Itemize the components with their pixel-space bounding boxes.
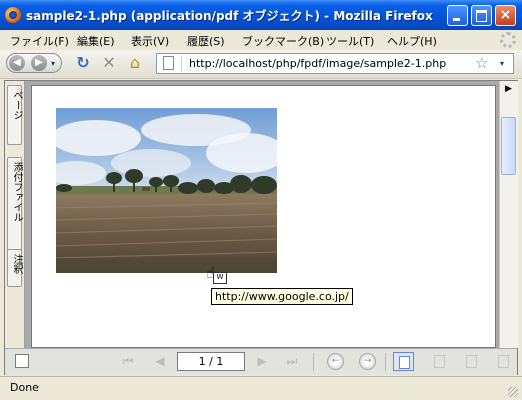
menu-history[interactable]: 履歴(S) [187, 33, 225, 49]
toolbar-separator [313, 353, 314, 371]
reload-icon[interactable]: ↻ [74, 54, 92, 72]
history-dropdown-icon[interactable]: ▾ [51, 59, 55, 68]
menu-view[interactable]: 表示(V) [131, 33, 169, 49]
facing-view-icon[interactable] [461, 352, 482, 371]
vertical-scrollbar[interactable]: ▶ [499, 81, 518, 348]
status-bar: Done [0, 376, 522, 400]
navigation-toolbar: ◀ ▶ ▾ ↻ ✕ ⌂ http://localhost/php/fpdf/im… [0, 50, 522, 79]
menu-tools[interactable]: ツール(T) [326, 33, 374, 49]
browser-window: sample2-1.php (application/pdf オブジェクト) -… [0, 0, 522, 400]
tab-attachments-label: 添付ファイル [11, 162, 22, 222]
menu-file[interactable]: ファイル(F) [10, 33, 69, 49]
continuous-view-icon[interactable] [429, 352, 450, 371]
stop-icon[interactable]: ✕ [100, 54, 118, 72]
menu-edit[interactable]: 編集(E) [77, 33, 115, 49]
scroll-thumb[interactable] [501, 117, 516, 175]
forward-button[interactable]: ▶ [31, 55, 47, 71]
panel-toggle-button[interactable] [15, 354, 29, 368]
tab-comments[interactable]: 注釈 [7, 249, 22, 287]
first-page-icon[interactable]: ⏮ [121, 354, 135, 368]
page-icon [163, 56, 174, 70]
url-dropdown-icon[interactable]: ▾ [500, 59, 504, 68]
star-icon[interactable]: ☆ [475, 54, 488, 73]
window-title: sample2-1.php (application/pdf オブジェクト) -… [26, 9, 433, 23]
firefox-icon [5, 7, 21, 23]
last-page-icon[interactable]: ⏭ [285, 354, 299, 368]
minimize-button[interactable] [447, 5, 468, 26]
back-forward-group: ◀ ▶ ▾ [6, 53, 62, 73]
tab-attachments[interactable]: 添付ファイル [7, 157, 22, 255]
navigation-panel: ページ 添付ファイル 注釈 [5, 81, 25, 348]
throbber-icon [500, 32, 516, 48]
page-number-field[interactable]: 1 / 1 [177, 352, 245, 371]
landscape-photo[interactable] [56, 108, 277, 273]
pdf-viewer: ページ 添付ファイル 注釈 ▶ ⏮ ◀ 1 / 1 ▶ ⏭ ← → [4, 80, 518, 375]
pdf-page [31, 85, 496, 348]
tab-pages-label: ページ [11, 90, 22, 120]
menu-help[interactable]: ヘルプ(H) [387, 33, 437, 49]
url-bar[interactable]: http://localhost/php/fpdf/image/sample2-… [156, 53, 514, 74]
close-button[interactable]: × [495, 5, 516, 26]
status-text: Done [10, 381, 39, 394]
url-separator [181, 56, 182, 71]
home-icon[interactable]: ⌂ [126, 54, 144, 72]
continuous-facing-view-icon[interactable] [493, 352, 514, 371]
tab-comments-label: 注釈 [11, 254, 22, 274]
next-view-icon[interactable]: → [359, 353, 376, 370]
resize-grip-icon[interactable] [508, 387, 518, 397]
previous-page-icon[interactable]: ◀ [153, 354, 167, 368]
menu-bookmarks[interactable]: ブックマーク(B) [242, 33, 324, 49]
single-page-view-icon[interactable] [393, 352, 414, 371]
maximize-button[interactable] [471, 5, 492, 26]
url-input[interactable]: http://localhost/php/fpdf/image/sample2-… [189, 57, 446, 70]
toolbar-separator [385, 353, 386, 371]
previous-view-icon[interactable]: ← [327, 353, 344, 370]
back-button[interactable]: ◀ [9, 55, 25, 71]
pdf-toolbar: ⏮ ◀ 1 / 1 ▶ ⏭ ← → [5, 348, 517, 375]
close-icon: × [499, 7, 512, 23]
title-bar: sample2-1.php (application/pdf オブジェクト) -… [0, 0, 522, 30]
link-tooltip: http://www.google.co.jp/ [211, 288, 353, 305]
link-cursor-badge-icon: W [213, 272, 227, 284]
scroll-up-arrow-icon[interactable]: ▶ [500, 81, 517, 98]
tab-pages[interactable]: ページ [7, 85, 22, 145]
maximize-icon [472, 6, 491, 25]
minimize-icon [448, 6, 467, 25]
menu-bar: ファイル(F) 編集(E) 表示(V) 履歴(S) ブックマーク(B) ツール(… [0, 30, 522, 50]
next-page-icon[interactable]: ▶ [255, 354, 269, 368]
